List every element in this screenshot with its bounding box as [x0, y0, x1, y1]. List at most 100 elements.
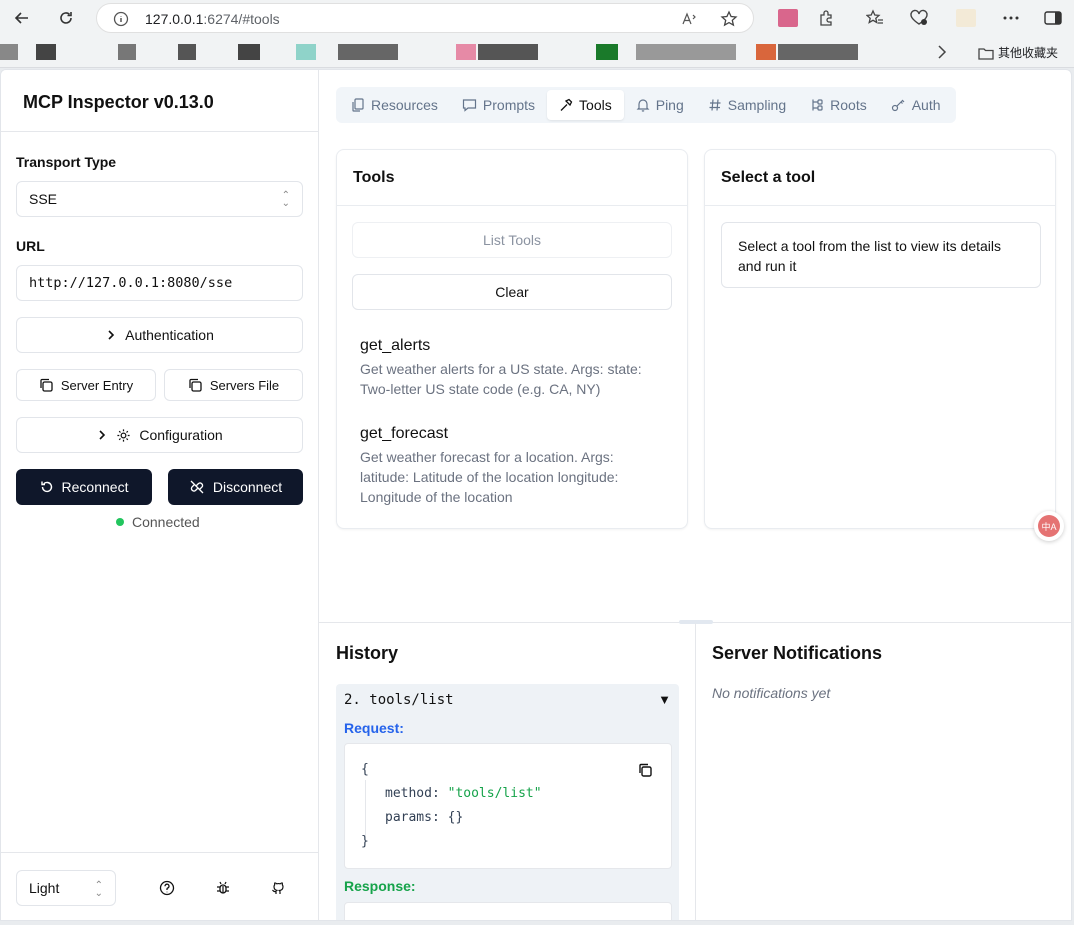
response-label: Response:	[344, 878, 416, 894]
unplug-icon	[190, 480, 204, 494]
tool-item-get-forecast[interactable]: get_forecast Get weather forecast for a …	[360, 425, 660, 507]
read-aloud-icon[interactable]	[679, 9, 699, 29]
tab-roots[interactable]: Roots	[798, 90, 879, 120]
bookmark-item[interactable]	[636, 44, 736, 60]
bookmark-item[interactable]	[36, 44, 56, 60]
tool-name: get_forecast	[360, 425, 449, 442]
bookmark-item[interactable]	[0, 44, 18, 60]
bookmark-item[interactable]	[596, 44, 618, 60]
key-icon	[891, 99, 905, 112]
tab-auth[interactable]: Auth	[879, 90, 953, 120]
request-json-view: { method: "tools/list" params: {} }	[344, 743, 672, 869]
bookmark-item[interactable]	[778, 44, 858, 60]
extension-pink-icon[interactable]	[775, 5, 801, 31]
tab-sampling[interactable]: Sampling	[696, 90, 798, 120]
tool-description: Get weather alerts for a US state. Args:…	[360, 361, 642, 397]
sidebar-toggle-icon[interactable]	[1040, 5, 1066, 31]
bookmark-item[interactable]	[296, 44, 316, 60]
favorite-star-icon[interactable]	[719, 9, 739, 29]
url-input[interactable]: http://127.0.0.1:8080/sse	[16, 265, 303, 301]
authentication-button[interactable]: Authentication	[16, 317, 303, 353]
history-panel: History 2. tools/list ▼ Request: { metho…	[319, 623, 696, 920]
response-json-view	[344, 902, 672, 920]
bookmark-item[interactable]	[456, 44, 476, 60]
servers-file-button[interactable]: Servers File	[164, 369, 303, 401]
json-method-row: method: "tools/list"	[385, 786, 542, 801]
json-key: method:	[385, 786, 440, 801]
bug-icon[interactable]	[213, 878, 233, 898]
notifications-empty: No notifications yet	[712, 685, 831, 701]
disconnect-button[interactable]: Disconnect	[168, 469, 303, 505]
tab-label: Tools	[579, 97, 612, 113]
theme-select[interactable]: Light ⌃ ⌄	[16, 870, 116, 906]
copy-icon[interactable]	[637, 762, 653, 783]
json-params-row: params: {}	[385, 810, 463, 825]
translate-icon[interactable]: 中A	[1034, 511, 1064, 541]
status-text: Connected	[132, 514, 200, 530]
app-title: MCP Inspector v0.13.0	[1, 70, 318, 132]
tool-item-get-alerts[interactable]: get_alerts Get weather alerts for a US s…	[360, 337, 660, 399]
configuration-label: Configuration	[139, 427, 223, 443]
main-panel: Resources Prompts Tools Ping Sampling Ro…	[319, 70, 1071, 920]
profile-icon[interactable]	[953, 5, 979, 31]
hash-icon	[709, 99, 721, 111]
bookmarks-bar: 其他收藏夹	[0, 36, 1074, 68]
bookmark-item[interactable]	[178, 44, 196, 60]
info-icon[interactable]	[111, 9, 131, 29]
sidebar: MCP Inspector v0.13.0 Transport Type SSE…	[1, 70, 319, 920]
json-indent-guide	[365, 780, 366, 836]
bookmark-item[interactable]	[478, 44, 538, 60]
transport-type-label: Transport Type	[16, 154, 117, 170]
favorites-icon[interactable]	[862, 5, 888, 31]
tool-detail-title: Select a tool	[705, 150, 1055, 206]
more-menu-icon[interactable]	[998, 5, 1024, 31]
address-bar[interactable]: 127.0.0.1:6274/#tools	[96, 3, 754, 33]
tree-icon	[812, 99, 823, 111]
extensions-puzzle-icon[interactable]	[813, 5, 839, 31]
back-icon[interactable]	[10, 6, 34, 30]
reconnect-label: Reconnect	[61, 479, 129, 495]
folder-icon	[978, 47, 994, 60]
refresh-icon[interactable]	[54, 6, 78, 30]
history-entry-title: 2. tools/list	[344, 692, 454, 708]
bookmark-item[interactable]	[338, 44, 398, 60]
json-string-value: "tools/list"	[447, 786, 542, 801]
list-tools-button[interactable]: List Tools	[352, 222, 672, 258]
configuration-button[interactable]: Configuration	[16, 417, 303, 453]
server-entry-button[interactable]: Server Entry	[16, 369, 156, 401]
server-entry-label: Server Entry	[60, 377, 134, 393]
tab-ping[interactable]: Ping	[624, 90, 696, 120]
tab-label: Roots	[830, 97, 867, 113]
tab-tools[interactable]: Tools	[547, 90, 624, 120]
request-label: Request:	[344, 720, 404, 736]
tab-label: Sampling	[727, 97, 787, 113]
tab-prompts[interactable]: Prompts	[450, 90, 547, 120]
other-favorites-folder[interactable]: 其他收藏夹	[978, 44, 1058, 61]
json-close-brace: }	[361, 834, 369, 849]
bookmark-item[interactable]	[238, 44, 260, 60]
tab-resources[interactable]: Resources	[339, 90, 450, 120]
tools-card-title: Tools	[337, 150, 687, 206]
reconnect-button[interactable]: Reconnect	[16, 469, 152, 505]
select-chevron-icon: ⌃ ⌄	[94, 880, 103, 899]
rotate-ccw-icon	[40, 481, 52, 493]
json-open-brace: {	[361, 762, 369, 777]
help-icon[interactable]	[157, 878, 177, 898]
browser-essentials-icon[interactable]	[906, 5, 932, 31]
select-tool-hint: Select a tool from the list to view its …	[721, 222, 1041, 288]
translate-icon-text: 中A	[1038, 515, 1060, 537]
transport-type-select[interactable]: SSE ⌃ ⌄	[16, 181, 303, 217]
tab-label: Resources	[371, 97, 438, 113]
expand-toggle-icon[interactable]: ▼	[658, 692, 671, 707]
github-icon[interactable]	[268, 878, 288, 898]
url-value: http://127.0.0.1:8080/sse	[29, 275, 233, 291]
bookmark-item[interactable]	[756, 44, 776, 60]
chevron-right-icon[interactable]	[936, 45, 948, 64]
files-icon	[352, 98, 364, 112]
json-object-value: {}	[447, 810, 464, 825]
history-entry[interactable]: 2. tools/list ▼ Request: { method: "tool…	[336, 684, 679, 920]
clear-button[interactable]: Clear	[352, 274, 672, 310]
gear-icon	[117, 428, 130, 442]
bookmark-item[interactable]	[118, 44, 136, 60]
servers-file-label: Servers File	[209, 377, 280, 393]
